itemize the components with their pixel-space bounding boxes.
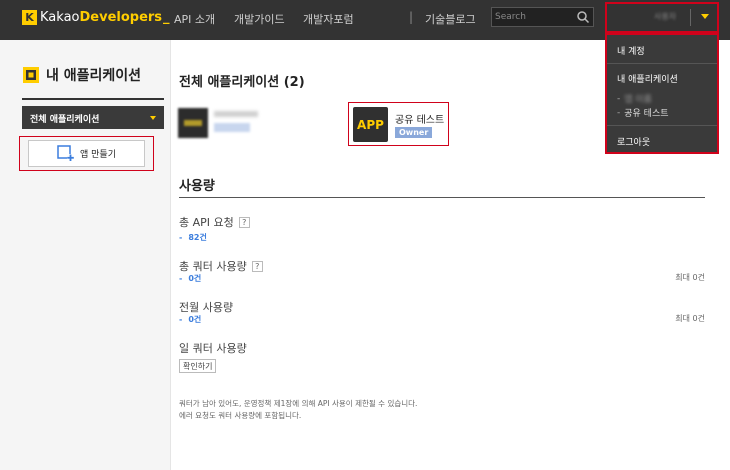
search-box <box>491 7 594 27</box>
nav-tech-blog[interactable]: 기술블로그 <box>425 11 476 27</box>
nav-separator: | <box>409 10 414 24</box>
menu-app-item[interactable]: - 공유 테스트 <box>617 106 669 120</box>
menu-logout[interactable]: 로그아웃 <box>617 135 650 148</box>
logo-underscore: _ <box>163 9 170 25</box>
nav-api-intro[interactable]: API 소개 <box>174 11 215 27</box>
sidebar-title-underline <box>22 98 164 100</box>
kakao-developers-logo[interactable]: K KakaoDevelopers_ <box>22 7 170 27</box>
help-icon[interactable]: ? <box>251 260 263 272</box>
nav-dev-guide[interactable]: 개발가이드 <box>234 11 285 27</box>
usage-label-text: 전월 사용량 <box>179 301 234 314</box>
usage-label-total-api: 총 API 요청 ? <box>179 214 250 230</box>
app-name: 공유 테스트 <box>395 115 445 126</box>
usage-value: -82건 <box>179 232 207 243</box>
menu-app-dash: - <box>617 93 621 104</box>
caret-down-icon <box>150 116 156 120</box>
menu-divider <box>607 63 717 64</box>
logo-text: KakaoDevelopers_ <box>40 10 170 25</box>
usage-label-text: 총 API 요청 <box>179 216 234 229</box>
make-app-button[interactable]: 앱 만들기 <box>28 140 145 167</box>
menu-divider <box>607 125 717 126</box>
menu-app-item[interactable]: -앱 이름 <box>617 92 652 106</box>
menu-app-name: 공유 테스트 <box>624 109 669 119</box>
app-card[interactable] <box>178 108 263 142</box>
usage-value-text: 0건 <box>188 274 202 283</box>
usage-notice: 쿼터가 남아 있어도, 운영정책 제1장에 의해 API 사용이 제한될 수 있… <box>179 398 599 422</box>
menu-app-name: 앱 이름 <box>624 95 652 105</box>
caret-down-icon[interactable] <box>701 14 709 19</box>
app-thumbnail: APP <box>353 107 388 142</box>
app-card[interactable]: APP 공유 테스트 Owner <box>348 102 449 146</box>
add-app-icon <box>57 145 74 161</box>
help-icon[interactable]: ? <box>238 216 250 228</box>
sidebar-title-text: 내 애플리케이션 <box>46 68 142 84</box>
usage-value-text: 0건 <box>188 315 202 324</box>
user-menu-toggle[interactable]: 사용자 <box>605 2 719 33</box>
search-icon[interactable] <box>576 10 590 24</box>
app-filter-select[interactable]: 전체 애플리케이션 <box>22 106 164 129</box>
usage-divider <box>179 197 705 198</box>
sidebar: 내 애플리케이션 전체 애플리케이션 앱 만들기 <box>0 40 171 470</box>
usage-label-text: 총 쿼터 사용량 <box>179 260 247 273</box>
menu-app-dash: - <box>617 107 621 118</box>
usage-max: 최대 0건 <box>675 314 705 323</box>
make-app-highlight: 앱 만들기 <box>19 136 154 171</box>
logo-kakao: Kakao <box>40 9 80 25</box>
page-title: 전체 애플리케이션 (2) <box>179 75 305 90</box>
usage-label-text: 일 쿼터 사용량 <box>179 342 247 355</box>
user-name: 사용자 <box>654 12 677 21</box>
usage-label-daily-quota: 일 쿼터 사용량 <box>179 340 247 356</box>
sidebar-title: 내 애플리케이션 <box>22 65 141 85</box>
usage-title: 사용량 <box>179 179 215 194</box>
usage-max: 최대 0건 <box>675 273 705 282</box>
menu-my-apps[interactable]: 내 애플리케이션 <box>617 72 678 85</box>
usage-value: -0건 <box>179 273 201 284</box>
owner-badge <box>214 123 250 132</box>
menu-my-account[interactable]: 내 계정 <box>617 44 645 57</box>
app-thumbnail <box>178 108 208 138</box>
search-input[interactable] <box>495 10 573 24</box>
usage-label-last-month: 전월 사용량 <box>179 299 233 315</box>
logo-developers: Developers <box>79 9 163 25</box>
usage-value-text: 82건 <box>188 233 207 242</box>
value-dash: - <box>179 315 183 324</box>
nav-dev-forum[interactable]: 개발자포럼 <box>303 11 354 27</box>
notice-line: 쿼터가 남아 있어도, 운영정책 제1장에 의해 API 사용이 제한될 수 있… <box>179 399 418 408</box>
logo-mark: K <box>22 9 37 25</box>
confirm-button[interactable]: 확인하기 <box>179 359 217 373</box>
usage-label-total-quota: 총 쿼터 사용량 ? <box>179 258 263 274</box>
app-filter-value: 전체 애플리케이션 <box>30 115 100 125</box>
value-dash: - <box>179 233 183 242</box>
value-dash: - <box>179 274 183 283</box>
usage-value: -0건 <box>179 314 201 325</box>
make-app-label: 앱 만들기 <box>80 150 116 160</box>
notice-line: 에러 요청도 쿼터 사용량에 포함됩니다. <box>179 411 302 420</box>
user-dropdown-menu: 내 계정 내 애플리케이션 -앱 이름 - 공유 테스트 로그아웃 <box>605 33 719 154</box>
user-menu-divider <box>690 9 691 26</box>
my-app-icon <box>23 67 39 83</box>
app-name <box>214 111 258 117</box>
owner-badge: Owner <box>395 127 433 138</box>
